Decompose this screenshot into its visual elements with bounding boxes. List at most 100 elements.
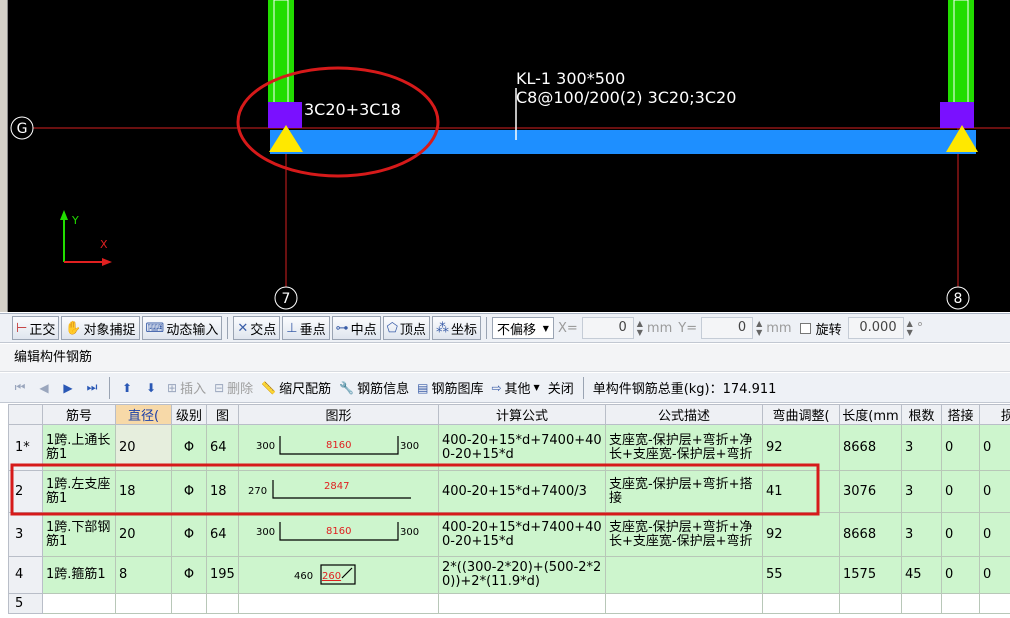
cell-bar-name[interactable]: 1跨.下部钢筋1: [42, 512, 116, 557]
header-formula-desc[interactable]: 公式描述: [605, 404, 763, 425]
table-row[interactable]: 3 1跨.下部钢筋1 20 Φ 64 300 8160 300 400-20+1…: [8, 512, 1010, 557]
cell-lap[interactable]: 0: [941, 512, 980, 557]
other-menu-button[interactable]: ⇨ 其他 ▼: [489, 378, 541, 398]
cell-length[interactable]: 8668: [839, 512, 902, 557]
row-index[interactable]: 4: [8, 556, 43, 594]
cell-empty[interactable]: [171, 593, 207, 614]
cell-empty[interactable]: [979, 593, 1010, 614]
cell-empty[interactable]: [901, 593, 942, 614]
cell-diameter[interactable]: 18: [115, 470, 172, 513]
rotate-spinner[interactable]: ▲ ▼: [907, 319, 913, 337]
support-right[interactable]: [940, 102, 974, 128]
row-index[interactable]: 5: [8, 593, 43, 614]
cell-shape[interactable]: 300 8160 300: [238, 512, 439, 557]
cell-count[interactable]: 45: [901, 556, 942, 594]
header-diameter[interactable]: 直径(: [115, 404, 172, 425]
cell-formula[interactable]: 400-20+15*d+7400+400-20+15*d: [438, 424, 606, 471]
rotate-input[interactable]: 0.000: [847, 317, 904, 339]
move-down-icon[interactable]: ⬇: [141, 381, 161, 395]
cell-loss[interactable]: 0: [979, 556, 1010, 594]
cell-lap[interactable]: 0: [941, 556, 980, 594]
cell-formula-desc[interactable]: 支座宽-保护层+弯折+净长+支座宽-保护层+弯折: [605, 512, 763, 557]
rebar-library-button[interactable]: ▤ 钢筋图库: [415, 378, 485, 398]
cad-canvas[interactable]: G 7 8 KL-1 300*500 C8@100/200(2) 3C20;3C…: [8, 0, 1010, 312]
cell-formula-desc[interactable]: 支座宽-保护层+弯折+净长+支座宽-保护层+弯折: [605, 424, 763, 471]
beam-kl-1[interactable]: [270, 130, 976, 154]
x-spinner[interactable]: ▲ ▼: [637, 319, 643, 337]
vertex-snap-button[interactable]: ⬠ 顶点: [382, 316, 430, 340]
insert-button[interactable]: ⊞ 插入: [165, 378, 208, 398]
header-bar-no[interactable]: 筋号: [42, 404, 116, 425]
cell-formula[interactable]: 400-20+15*d+7400/3: [438, 470, 606, 513]
cell-loss[interactable]: 0: [979, 470, 1010, 513]
rebar-info-button[interactable]: 🔧 钢筋信息: [337, 378, 411, 398]
cell-empty[interactable]: [839, 593, 902, 614]
header-length[interactable]: 长度(mm: [839, 404, 902, 425]
table-row[interactable]: 1* 1跨.上通长筋1 20 Φ 64 300 8160 300 400-20+…: [8, 424, 1010, 471]
support-rebar-label[interactable]: 3C20+3C18: [304, 101, 401, 119]
dynamic-input-button[interactable]: ⌨ 动态输入: [141, 316, 223, 340]
cell-diameter[interactable]: 20: [115, 424, 172, 471]
table-row[interactable]: 4 1跨.箍筋1 8 Φ 195 460 260 2*((300-2*20)+(…: [8, 556, 1010, 594]
cell-grade[interactable]: Φ: [171, 556, 207, 594]
cell-formula-desc[interactable]: 支座宽-保护层+弯折+搭接: [605, 470, 763, 513]
scale-rebar-button[interactable]: 📏 缩尺配筋: [259, 378, 333, 398]
cell-figure-no[interactable]: 18: [206, 470, 239, 513]
cell-figure-no[interactable]: 64: [206, 512, 239, 557]
cell-grade[interactable]: Φ: [171, 512, 207, 557]
cell-empty[interactable]: [115, 593, 172, 614]
cell-formula[interactable]: 2*((300-2*20)+(500-2*20))+2*(11.9*d): [438, 556, 606, 594]
column-left[interactable]: [268, 0, 294, 104]
row-index[interactable]: 1*: [8, 424, 43, 471]
row-index[interactable]: 3: [8, 512, 43, 557]
cell-empty[interactable]: [42, 593, 116, 614]
cell-empty[interactable]: [605, 593, 763, 614]
cell-diameter[interactable]: 8: [115, 556, 172, 594]
move-up-icon[interactable]: ⬆: [117, 381, 137, 395]
cell-bar-name[interactable]: 1跨.上通长筋1: [42, 424, 116, 471]
header-shape[interactable]: 图形: [238, 404, 439, 425]
coordinate-snap-button[interactable]: ⁂ 坐标: [431, 316, 481, 340]
beam-label-line1[interactable]: KL-1 300*500: [516, 70, 625, 88]
header-grade[interactable]: 级别: [171, 404, 207, 425]
cell-shape[interactable]: 300 8160 300: [238, 424, 439, 471]
row-index[interactable]: 2: [8, 470, 43, 513]
header-bend-adjust[interactable]: 弯曲调整(: [762, 404, 840, 425]
x-offset-input[interactable]: 0: [581, 317, 634, 339]
close-button[interactable]: 关闭: [546, 378, 576, 397]
cell-count[interactable]: 3: [901, 470, 942, 513]
cell-figure-no[interactable]: 64: [206, 424, 239, 471]
cell-empty[interactable]: [238, 593, 439, 614]
header-index[interactable]: [8, 404, 43, 425]
midpoint-snap-button[interactable]: ⊶ 中点: [331, 316, 381, 340]
cell-lap[interactable]: 0: [941, 424, 980, 471]
ortho-button[interactable]: ⊢ 正交: [12, 316, 60, 340]
y-offset-input[interactable]: 0: [701, 317, 754, 339]
header-figure-no[interactable]: 图: [206, 404, 239, 425]
next-record-icon[interactable]: ▶: [58, 381, 78, 395]
cell-length[interactable]: 1575: [839, 556, 902, 594]
cell-count[interactable]: 3: [901, 424, 942, 471]
object-snap-button[interactable]: ✋ 对象捕捉: [61, 316, 140, 340]
cell-bend-adjust[interactable]: 92: [762, 424, 840, 471]
cell-length[interactable]: 8668: [839, 424, 902, 471]
column-right[interactable]: [948, 0, 974, 104]
cell-length[interactable]: 3076: [839, 470, 902, 513]
cell-bend-adjust[interactable]: 55: [762, 556, 840, 594]
cell-bend-adjust[interactable]: 41: [762, 470, 840, 513]
offset-mode-select[interactable]: 不偏移 ▼: [491, 317, 554, 339]
cell-empty[interactable]: [762, 593, 840, 614]
intersection-snap-button[interactable]: ✕ 交点: [233, 316, 281, 340]
previous-record-icon[interactable]: ◀: [34, 381, 54, 395]
table-row-empty[interactable]: 5: [8, 593, 1010, 614]
cell-shape[interactable]: 460 260: [238, 556, 439, 594]
cell-bend-adjust[interactable]: 92: [762, 512, 840, 557]
cell-figure-no[interactable]: 195: [206, 556, 239, 594]
cell-loss[interactable]: 0: [979, 512, 1010, 557]
header-lap[interactable]: 搭接: [941, 404, 980, 425]
first-record-icon[interactable]: ⏮: [10, 380, 30, 395]
y-spinner[interactable]: ▲ ▼: [756, 319, 762, 337]
cell-grade[interactable]: Φ: [171, 424, 207, 471]
cell-empty[interactable]: [206, 593, 239, 614]
header-loss[interactable]: 损耗: [979, 404, 1010, 425]
